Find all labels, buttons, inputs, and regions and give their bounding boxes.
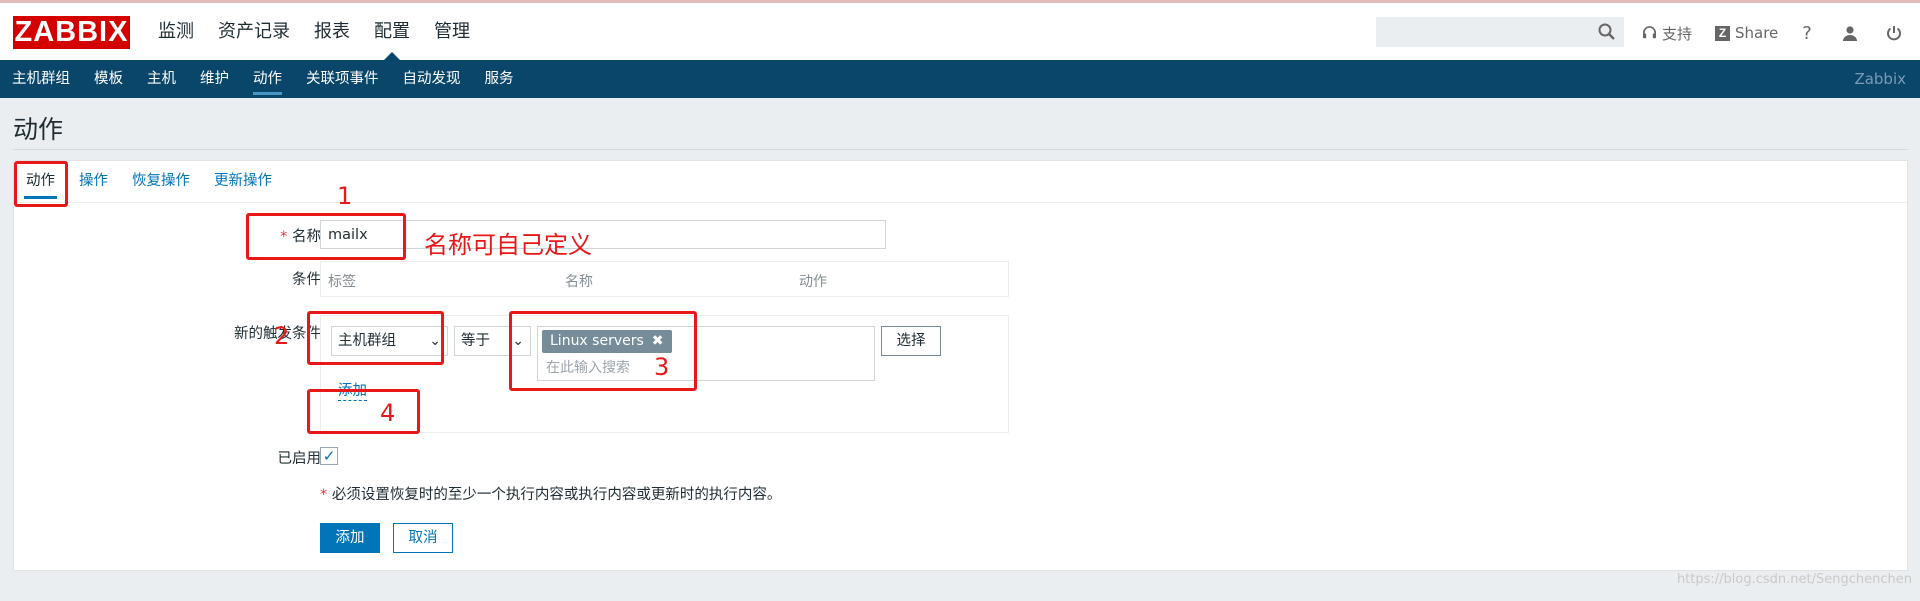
conditions-label: 条件 [292,272,321,288]
support-link[interactable]: 支持 [1642,21,1692,45]
conditions-col-name: 名称 [565,274,593,290]
support-label: 支持 [1662,24,1693,43]
share-link[interactable]: Z Share [1715,21,1778,45]
menu-administration[interactable]: 管理 [422,3,482,60]
help-icon[interactable]: ? [1795,21,1819,45]
menu-inventory[interactable]: 资产记录 [206,3,302,60]
cancel-button[interactable]: 取消 [393,523,453,553]
share-label: Share [1735,24,1779,42]
search-input[interactable] [1376,17,1624,47]
required-note: * 必须设置恢复时的至少一个执行内容或执行内容或更新时的执行内容。 [320,483,781,504]
subnav-event-correlation[interactable]: 关联项事件 [294,60,391,98]
conditions-col-tag: 标签 [328,274,356,290]
search-icon[interactable] [1597,22,1617,42]
title-divider [13,149,1908,150]
conditions-table: 标签 名称 动作 [320,261,1009,297]
power-icon[interactable] [1882,21,1906,45]
note-text: 必须设置恢复时的至少一个执行内容或执行内容或更新时的执行内容。 [331,487,782,503]
annotation-number-1: 1 [337,182,353,210]
add-button[interactable]: 添加 [320,523,380,553]
top-header: ZABBIX 监测 资产记录 报表 配置 管理 支持 Z Share ? [0,3,1920,60]
subnav-hosts[interactable]: 主机 [135,60,188,98]
subnav-host-groups[interactable]: 主机群组 [0,60,82,98]
annotation-box-tab [14,161,68,207]
tab-update-operations[interactable]: 更新操作 [202,161,284,201]
new-condition-label: 新的触发条件 [234,326,321,342]
annotation-number-3: 3 [654,353,670,381]
subnav-discovery[interactable]: 自动发现 [391,60,473,98]
conditions-col-action: 动作 [799,274,827,290]
subnav-services[interactable]: 服务 [473,60,526,98]
tab-divider [14,202,1907,203]
enabled-checkbox[interactable]: ✓ [320,447,338,465]
annotation-box-type [307,311,444,365]
subnav-actions[interactable]: 动作 [241,60,294,98]
headset-icon [1642,25,1657,38]
menu-monitoring[interactable]: 监测 [146,3,206,60]
note-required-mark: * [320,487,328,503]
condition-operator-value: 等于 [461,333,490,349]
annotation-box-add [307,389,420,434]
menu-reports[interactable]: 报表 [302,3,362,60]
enabled-label: 已启用 [277,451,322,467]
tab-recovery-operations[interactable]: 恢复操作 [120,161,202,201]
select-button[interactable]: 选择 [881,326,941,356]
annotation-number-4: 4 [380,399,396,427]
sub-navigation: 主机群组 模板 主机 维护 动作 关联项事件 自动发现 服务 Zabbix [0,60,1920,98]
user-icon[interactable] [1838,21,1862,45]
subnav-brand: Zabbix [1854,70,1906,88]
menu-configuration[interactable]: 配置 [362,3,422,60]
annotation-number-2: 2 [274,322,290,350]
annotation-name-hint: 名称可自己定义 [424,231,592,259]
watermark: https://blog.csdn.net/Sengchenchen [1676,572,1912,587]
subnav-maintenance[interactable]: 维护 [188,60,241,98]
main-menu: 监测 资产记录 报表 配置 管理 [146,3,482,60]
tab-operations[interactable]: 操作 [67,161,120,201]
annotation-box-name [246,213,406,260]
zabbix-logo[interactable]: ZABBIX [13,16,130,49]
page-title: 动作 [13,115,64,144]
subnav-templates[interactable]: 模板 [82,60,135,98]
share-z-icon: Z [1715,25,1730,41]
